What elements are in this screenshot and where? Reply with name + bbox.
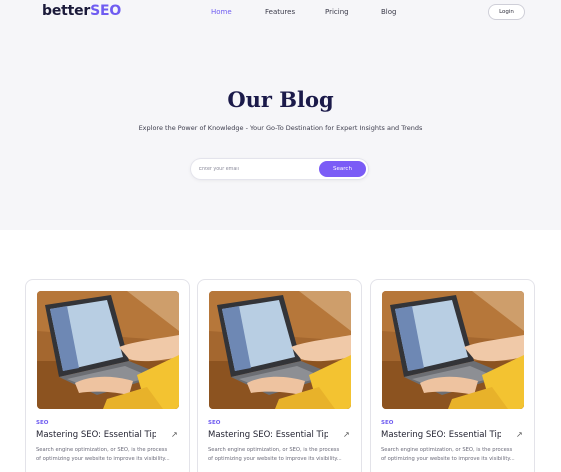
arrow-up-right-icon[interactable]: ↗ <box>516 430 523 439</box>
laptop-photo-illustration <box>37 291 179 409</box>
logo[interactable]: betterSEO <box>42 3 121 19</box>
logo-text: better <box>42 3 91 19</box>
search-form: Search <box>191 159 368 179</box>
blog-card[interactable]: SEO Mastering SEO: Essential Tips for ..… <box>197 279 362 472</box>
nav-home[interactable]: Home <box>211 8 232 16</box>
card-excerpt: Search engine optimization, or SEO, is t… <box>208 446 353 464</box>
page-subtitle: Explore the Power of Knowledge - Your Go… <box>138 124 423 132</box>
card-excerpt-line: Search engine optimization, or SEO, is t… <box>36 447 168 453</box>
blog-card[interactable]: SEO Mastering SEO: Essential Tips for ..… <box>370 279 535 472</box>
card-title[interactable]: Mastering SEO: Essential Tips for ... <box>381 430 501 440</box>
hero-section <box>0 0 561 230</box>
nav-blog[interactable]: Blog <box>381 8 396 16</box>
arrow-up-right-icon[interactable]: ↗ <box>171 430 178 439</box>
card-title[interactable]: Mastering SEO: Essential Tips for ... <box>36 430 156 440</box>
nav-pricing[interactable]: Pricing <box>325 8 349 16</box>
card-excerpt-line: of optimizing your website to improve it… <box>208 456 342 462</box>
laptop-photo[interactable] <box>382 291 524 409</box>
card-title[interactable]: Mastering SEO: Essential Tips for ... <box>208 430 328 440</box>
nav-features[interactable]: Features <box>265 8 295 16</box>
laptop-photo[interactable] <box>209 291 351 409</box>
arrow-up-right-icon[interactable]: ↗ <box>343 430 350 439</box>
card-tag: SEO <box>208 420 221 426</box>
card-tag: SEO <box>381 420 394 426</box>
laptop-photo-illustration <box>382 291 524 409</box>
card-excerpt-line: of optimizing your website to improve it… <box>381 456 515 462</box>
logo-accent-text: SEO <box>90 3 122 19</box>
card-excerpt: Search engine optimization, or SEO, is t… <box>381 446 526 464</box>
page-title: Our Blog <box>227 87 334 112</box>
card-excerpt-line: Search engine optimization, or SEO, is t… <box>381 447 513 453</box>
blog-card[interactable]: SEO Mastering SEO: Essential Tips for ..… <box>25 279 190 472</box>
card-excerpt-line: Search engine optimization, or SEO, is t… <box>208 447 340 453</box>
login-button[interactable]: Login <box>488 4 525 20</box>
card-excerpt: Search engine optimization, or SEO, is t… <box>36 446 181 464</box>
card-tag: SEO <box>36 420 49 426</box>
search-button[interactable]: Search <box>319 161 366 177</box>
laptop-photo-illustration <box>209 291 351 409</box>
search-input[interactable] <box>199 162 314 176</box>
laptop-photo[interactable] <box>37 291 179 409</box>
card-excerpt-line: of optimizing your website to improve it… <box>36 456 170 462</box>
